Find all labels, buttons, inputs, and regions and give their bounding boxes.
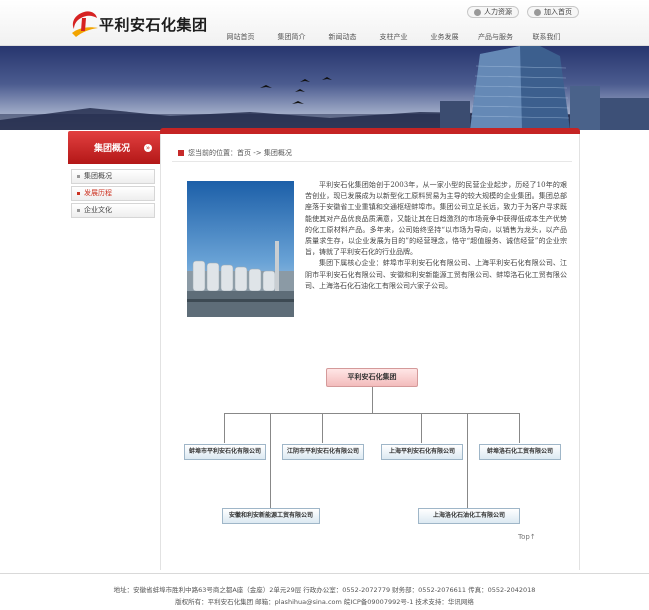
intro-text: 平利安石化集团始创于2003年，从一家小型的民营企业起步，历经了10年的艰苦创业… (305, 180, 567, 292)
org-line (322, 413, 323, 443)
user-icon (474, 8, 481, 16)
hr-link[interactable]: 人力资源 (467, 6, 519, 18)
footer-address: 地址：安徽省蚌埠市胜利中路63号商之都A座（金座）2单元29层 行政办公室：05… (113, 586, 536, 594)
company-photo (187, 181, 294, 317)
nav-item-business[interactable]: 业务发展 (419, 32, 470, 42)
nav-item-products[interactable]: 产品与服务 (470, 32, 521, 42)
org-node: 安徽和利安新能源工贸有限公司 (222, 508, 320, 524)
intro-paragraph-1: 平利安石化集团始创于2003年，从一家小型的民营企业起步，历经了10年的艰苦创业… (305, 181, 567, 257)
org-line (224, 413, 225, 443)
header: 平利安石化集团 人力资源 加入首页 网站首页 集团简介 新闻动态 支柱产业 业务… (0, 0, 649, 46)
add-homepage-link[interactable]: 加入首页 (527, 6, 579, 18)
org-node: 上海平利安石化有限公司 (381, 444, 463, 460)
arrow-right-icon: » (144, 144, 152, 152)
org-line (270, 413, 271, 508)
footer-copyright: 版权所有：平利安石化集团 邮箱：plashihua@sina.com 皖ICP备… (175, 598, 474, 606)
brand-name: 平利安石化集团 (99, 16, 208, 34)
nav-item-home[interactable]: 网站首页 (215, 32, 266, 42)
org-node: 蚌埠市平利安石化有限公司 (184, 444, 266, 460)
org-line (421, 413, 422, 443)
org-line (519, 413, 520, 443)
org-line (467, 413, 468, 508)
sidebar-item-history[interactable]: 发展历程 (71, 186, 155, 201)
logo-icon (72, 11, 98, 37)
add-homepage-label: 加入首页 (544, 8, 572, 16)
org-node: 江阴市平利安石化有限公司 (282, 444, 364, 460)
nav-item-industry[interactable]: 支柱产业 (368, 32, 419, 42)
breadcrumb: 您当前的位置：首页 -> 集团概况 (178, 148, 292, 158)
banner-graphic (0, 46, 649, 130)
breadcrumb-icon (178, 150, 184, 156)
org-node: 上海洛化石油化工有限公司 (418, 508, 520, 524)
refinery-image (187, 181, 294, 317)
back-to-top-link[interactable]: Top↑ (518, 533, 536, 541)
sidebar-menu: 集团概况 发展历程 企业文化 (71, 169, 155, 220)
top-links: 人力资源 加入首页 (467, 6, 579, 18)
intro-paragraph-2: 集团下属核心企业：蚌埠市平利安石化有限公司、上海平利安石化有限公司、江阴市平利安… (305, 259, 567, 290)
org-line (372, 387, 373, 413)
sidebar-item-overview[interactable]: 集团概况 (71, 169, 155, 184)
org-root-node: 平利安石化集团 (326, 368, 418, 387)
page: 平利安石化集团 人力资源 加入首页 网站首页 集团简介 新闻动态 支柱产业 业务… (0, 0, 649, 610)
breadcrumb-divider (172, 161, 572, 162)
sidebar-item-culture[interactable]: 企业文化 (71, 203, 155, 218)
nav-item-contact[interactable]: 联系我们 (521, 32, 572, 42)
main-nav: 网站首页 集团简介 新闻动态 支柱产业 业务发展 产品与服务 联系我们 (215, 32, 572, 42)
hr-link-label: 人力资源 (484, 8, 512, 16)
footer-divider (0, 573, 649, 574)
nav-item-news[interactable]: 新闻动态 (317, 32, 368, 42)
banner-image (0, 46, 649, 130)
nav-item-about[interactable]: 集团简介 (266, 32, 317, 42)
org-node: 蚌埠洛石化工贸有限公司 (479, 444, 561, 460)
home-icon (534, 8, 541, 16)
sidebar-title: 集团概况 (94, 144, 131, 154)
org-line (224, 413, 520, 414)
sidebar-header: 集团概况 » (68, 131, 160, 164)
breadcrumb-text: 您当前的位置：首页 -> 集团概况 (188, 149, 292, 157)
